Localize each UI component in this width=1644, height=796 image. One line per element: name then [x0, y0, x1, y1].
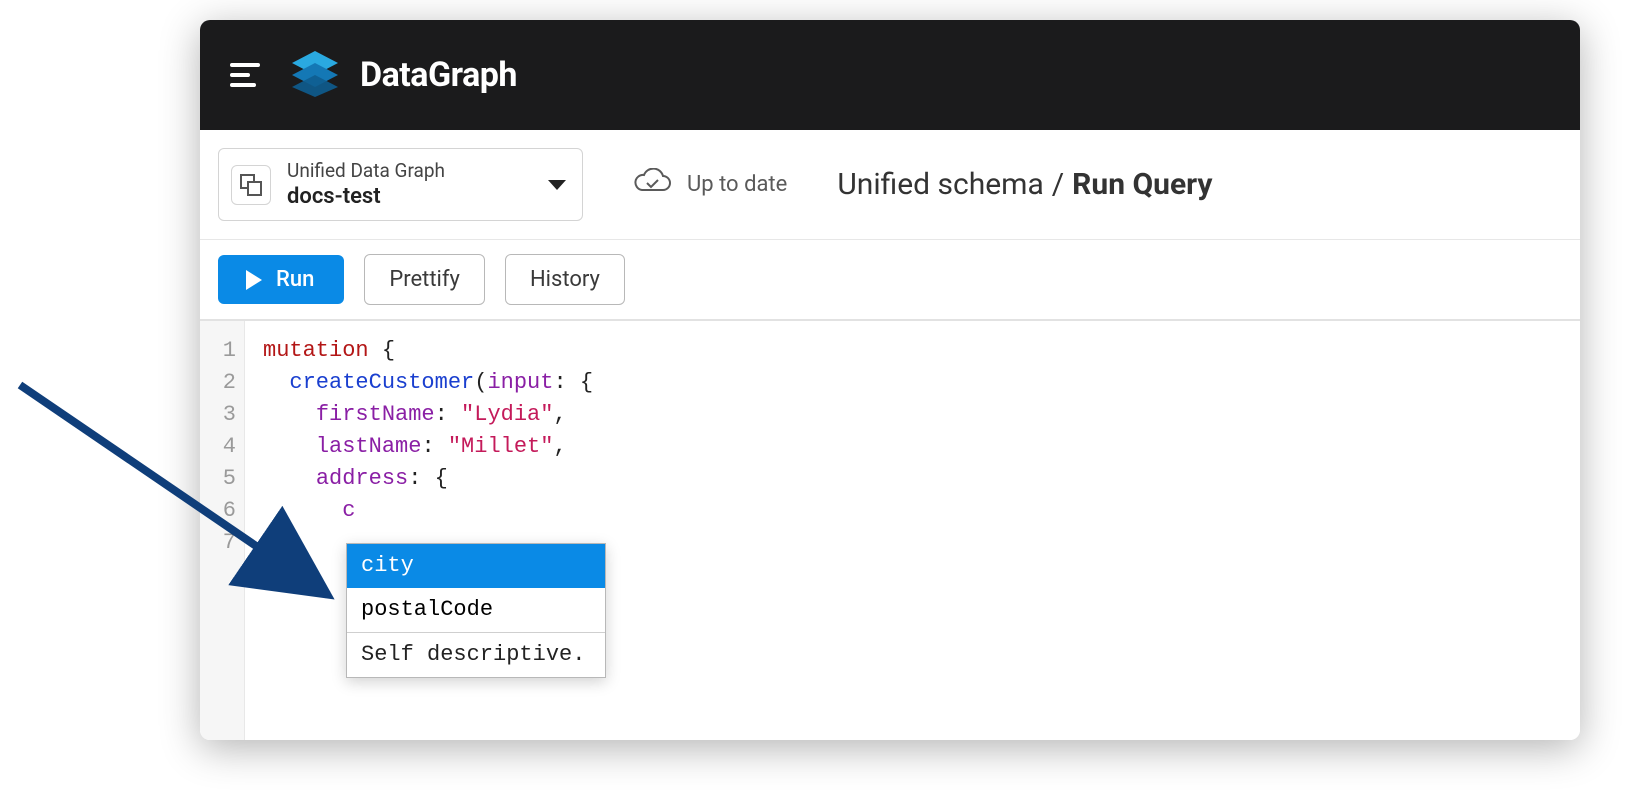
history-button[interactable]: History	[505, 254, 625, 305]
brand-name: DataGraph	[360, 55, 517, 95]
breadcrumb-current: Run Query	[1072, 167, 1212, 202]
query-toolbar: Run Prettify History	[200, 240, 1580, 321]
graph-selector[interactable]: Unified Data Graph docs-test	[218, 148, 583, 221]
brand-logo-icon	[288, 49, 342, 101]
autocomplete-popup: city postalCode Self descriptive.	[346, 543, 606, 678]
app-window: DataGraph Unified Data Graph docs-test	[200, 20, 1580, 740]
breadcrumb-sep: /	[1052, 167, 1064, 202]
breadcrumb-parent: Unified schema	[837, 167, 1043, 202]
autocomplete-item-city[interactable]: city	[347, 544, 605, 588]
play-icon	[246, 270, 262, 290]
run-button-label: Run	[276, 267, 314, 292]
layers-icon	[231, 165, 271, 205]
line-gutter: 1 2 3 4 5 6 7	[200, 321, 245, 740]
code-editor[interactable]: 1 2 3 4 5 6 7 mutation { createCustomer(…	[200, 321, 1580, 740]
menu-icon[interactable]	[230, 63, 260, 87]
sync-status-text: Up to date	[687, 172, 787, 197]
graph-selector-name: docs-test	[287, 183, 532, 211]
autocomplete-item-postalcode[interactable]: postalCode	[347, 588, 605, 632]
cloud-check-icon	[633, 168, 671, 202]
prettify-button[interactable]: Prettify	[364, 254, 485, 305]
autocomplete-description: Self descriptive.	[347, 632, 605, 677]
breadcrumb: Unified schema / Run Query	[837, 167, 1212, 202]
sync-status: Up to date	[633, 168, 787, 202]
run-button[interactable]: Run	[218, 255, 344, 304]
graph-selector-subtitle: Unified Data Graph	[287, 159, 532, 183]
brand-area: DataGraph	[288, 49, 517, 101]
sub-header: Unified Data Graph docs-test Up to date …	[200, 130, 1580, 240]
app-header: DataGraph	[200, 20, 1580, 130]
caret-down-icon	[548, 180, 566, 190]
